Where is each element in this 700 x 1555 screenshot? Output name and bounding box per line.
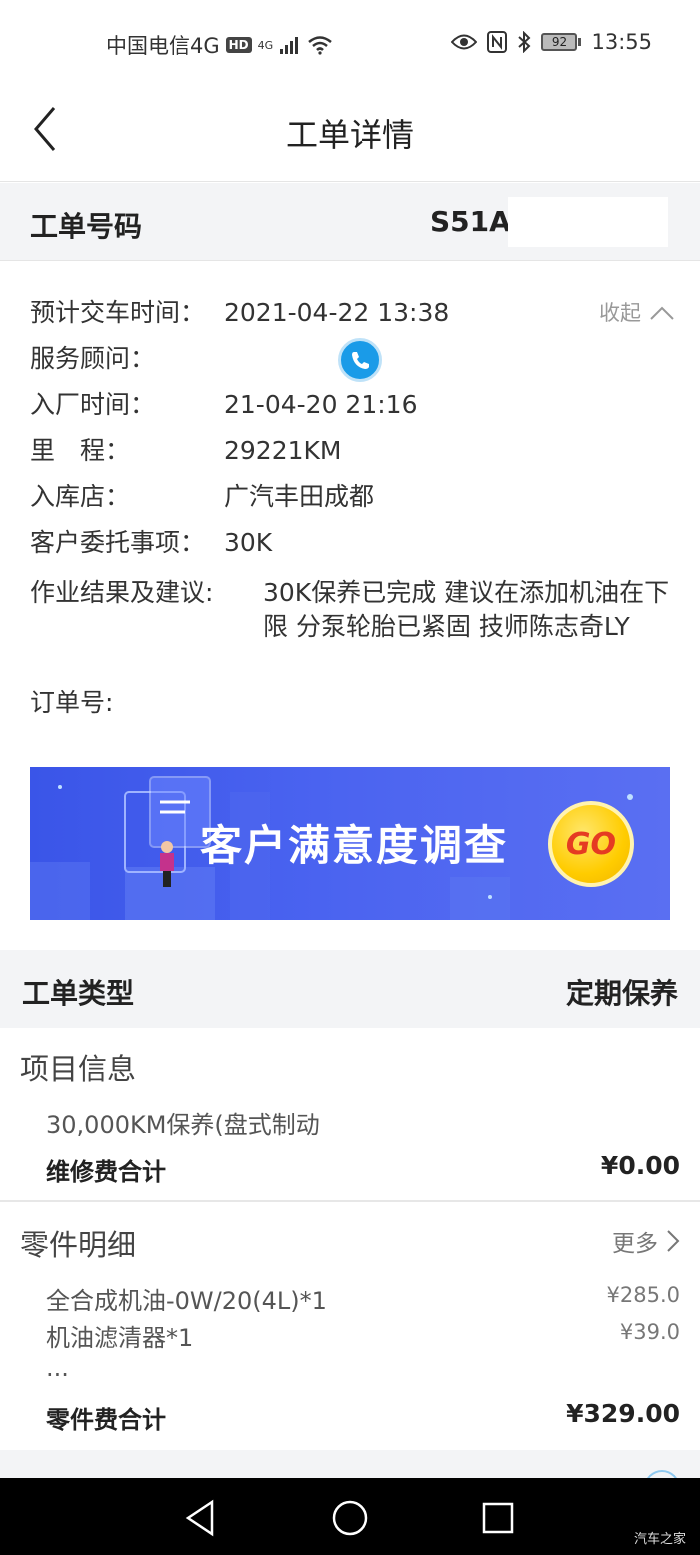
mileage-value: 29221KM bbox=[224, 436, 342, 465]
part-price: ¥285.0 bbox=[606, 1283, 680, 1307]
page-title: 工单详情 bbox=[285, 116, 414, 154]
part-item: 机油滤清器*1 bbox=[46, 1324, 194, 1352]
parts-title: 零件明细 bbox=[20, 1228, 137, 1262]
request-value: 30K bbox=[224, 528, 273, 557]
hd-badge: HD bbox=[225, 37, 252, 53]
battery-icon: 92 bbox=[541, 33, 582, 51]
order-no-row: 订单号: bbox=[30, 680, 675, 726]
signal-icon bbox=[280, 37, 299, 54]
repair-total-label: 维修费合计 bbox=[46, 1158, 166, 1186]
system-home-button[interactable] bbox=[330, 1498, 370, 1538]
result-label: 作业结果及建议: bbox=[30, 578, 214, 607]
chevron-right-icon bbox=[667, 1230, 680, 1252]
system-recents-button[interactable] bbox=[478, 1498, 518, 1538]
order-number-label: 工单号码 bbox=[30, 210, 143, 243]
eye-icon bbox=[451, 34, 478, 50]
work-type-value: 定期保养 bbox=[565, 977, 678, 1010]
part-price: ¥39.0 bbox=[619, 1320, 680, 1344]
parts-total-label: 零件费合计 bbox=[46, 1406, 166, 1434]
square-recents-icon bbox=[482, 1502, 514, 1534]
advisor-label: 服务顾问： bbox=[30, 344, 156, 373]
collapse-button[interactable]: 收起 bbox=[599, 290, 675, 336]
battery-level: 92 bbox=[541, 33, 578, 51]
nav-bar: 工单详情 bbox=[0, 90, 700, 182]
request-label: 客户委托事项： bbox=[30, 528, 206, 557]
system-nav-bar: 汽车之家 bbox=[0, 1478, 700, 1555]
delivery-time-row: 预计交车时间： 2021-04-22 13:38 收起 bbox=[30, 290, 675, 336]
more-parts-link[interactable]: 更多 bbox=[612, 1224, 680, 1258]
mileage-row: 里 程： 29221KM bbox=[30, 428, 675, 474]
repair-total-value: ¥0.00 bbox=[600, 1151, 680, 1180]
clock: 13:55 bbox=[591, 30, 652, 54]
survey-banner[interactable]: 客户满意度调查 GO bbox=[30, 767, 670, 920]
nfc-icon bbox=[487, 31, 508, 53]
part-item: 全合成机油-0W/20(4L)*1 bbox=[46, 1287, 327, 1315]
mileage-label: 里 程： bbox=[30, 436, 131, 465]
network-type: 4G bbox=[257, 38, 274, 52]
phone-icon bbox=[352, 352, 369, 369]
parts-ellipsis: ... bbox=[46, 1354, 69, 1382]
order-number-row: 工单号码 S51A bbox=[0, 183, 700, 261]
store-value: 广汽丰田成都 bbox=[224, 482, 375, 511]
entry-time-row: 入厂时间： 21-04-20 21:16 bbox=[30, 382, 675, 428]
go-badge: GO bbox=[548, 801, 634, 887]
collapse-label: 收起 bbox=[599, 301, 641, 325]
triangle-back-icon bbox=[185, 1499, 214, 1537]
work-type-label: 工单类型 bbox=[22, 977, 135, 1010]
parts-total-value: ¥329.00 bbox=[566, 1399, 680, 1428]
chevron-up-icon bbox=[650, 306, 674, 320]
bluetooth-icon bbox=[518, 31, 531, 53]
project-info-title: 项目信息 bbox=[20, 1052, 137, 1086]
result-value: 30K保养已完成 建议在添加机油在下限 分泵轮胎已紧固 技师陈志奇LY bbox=[263, 578, 670, 641]
status-left: 中国电信4G HD 4G bbox=[106, 30, 333, 60]
entry-time-label: 入厂时间： bbox=[30, 390, 156, 419]
delivery-time-value: 2021-04-22 13:38 bbox=[224, 298, 450, 327]
order-number-value: S51A bbox=[430, 205, 511, 238]
divider bbox=[0, 1200, 700, 1202]
banner-text: 客户满意度调查 bbox=[200, 821, 509, 870]
status-bar: 中国电信4G HD 4G 92 13:55 bbox=[0, 0, 700, 90]
result-row: 作业结果及建议: 30K保养已完成 建议在添加机油在下限 分泵轮胎已紧固 技师陈… bbox=[30, 576, 675, 678]
status-right: 92 13:55 bbox=[451, 30, 652, 54]
more-label: 更多 bbox=[612, 1231, 658, 1257]
circle-home-icon bbox=[332, 1500, 368, 1536]
order-info: 预计交车时间： 2021-04-22 13:38 收起 服务顾问： 入厂时间： … bbox=[30, 290, 675, 726]
system-back-button[interactable] bbox=[182, 1498, 222, 1538]
store-row: 入库店： 广汽丰田成都 bbox=[30, 474, 675, 520]
work-type-row: 工单类型 定期保养 bbox=[0, 950, 700, 1028]
project-item: 30,000KM保养(盘式制动 bbox=[46, 1111, 320, 1139]
request-row: 客户委托事项： 30K bbox=[30, 520, 675, 566]
delivery-time-label: 预计交车时间： bbox=[30, 298, 206, 327]
store-label: 入库店： bbox=[30, 482, 131, 511]
watermark: 汽车之家 bbox=[633, 1532, 686, 1547]
next-section-peek bbox=[0, 1450, 700, 1478]
carrier-label: 中国电信4G bbox=[106, 34, 220, 58]
wifi-icon bbox=[308, 36, 332, 55]
entry-time-value: 21-04-20 21:16 bbox=[224, 390, 418, 419]
order-no-label: 订单号: bbox=[30, 688, 114, 717]
call-button[interactable] bbox=[338, 338, 382, 382]
redaction-mask bbox=[508, 197, 668, 247]
advisor-row: 服务顾问： bbox=[30, 336, 675, 382]
